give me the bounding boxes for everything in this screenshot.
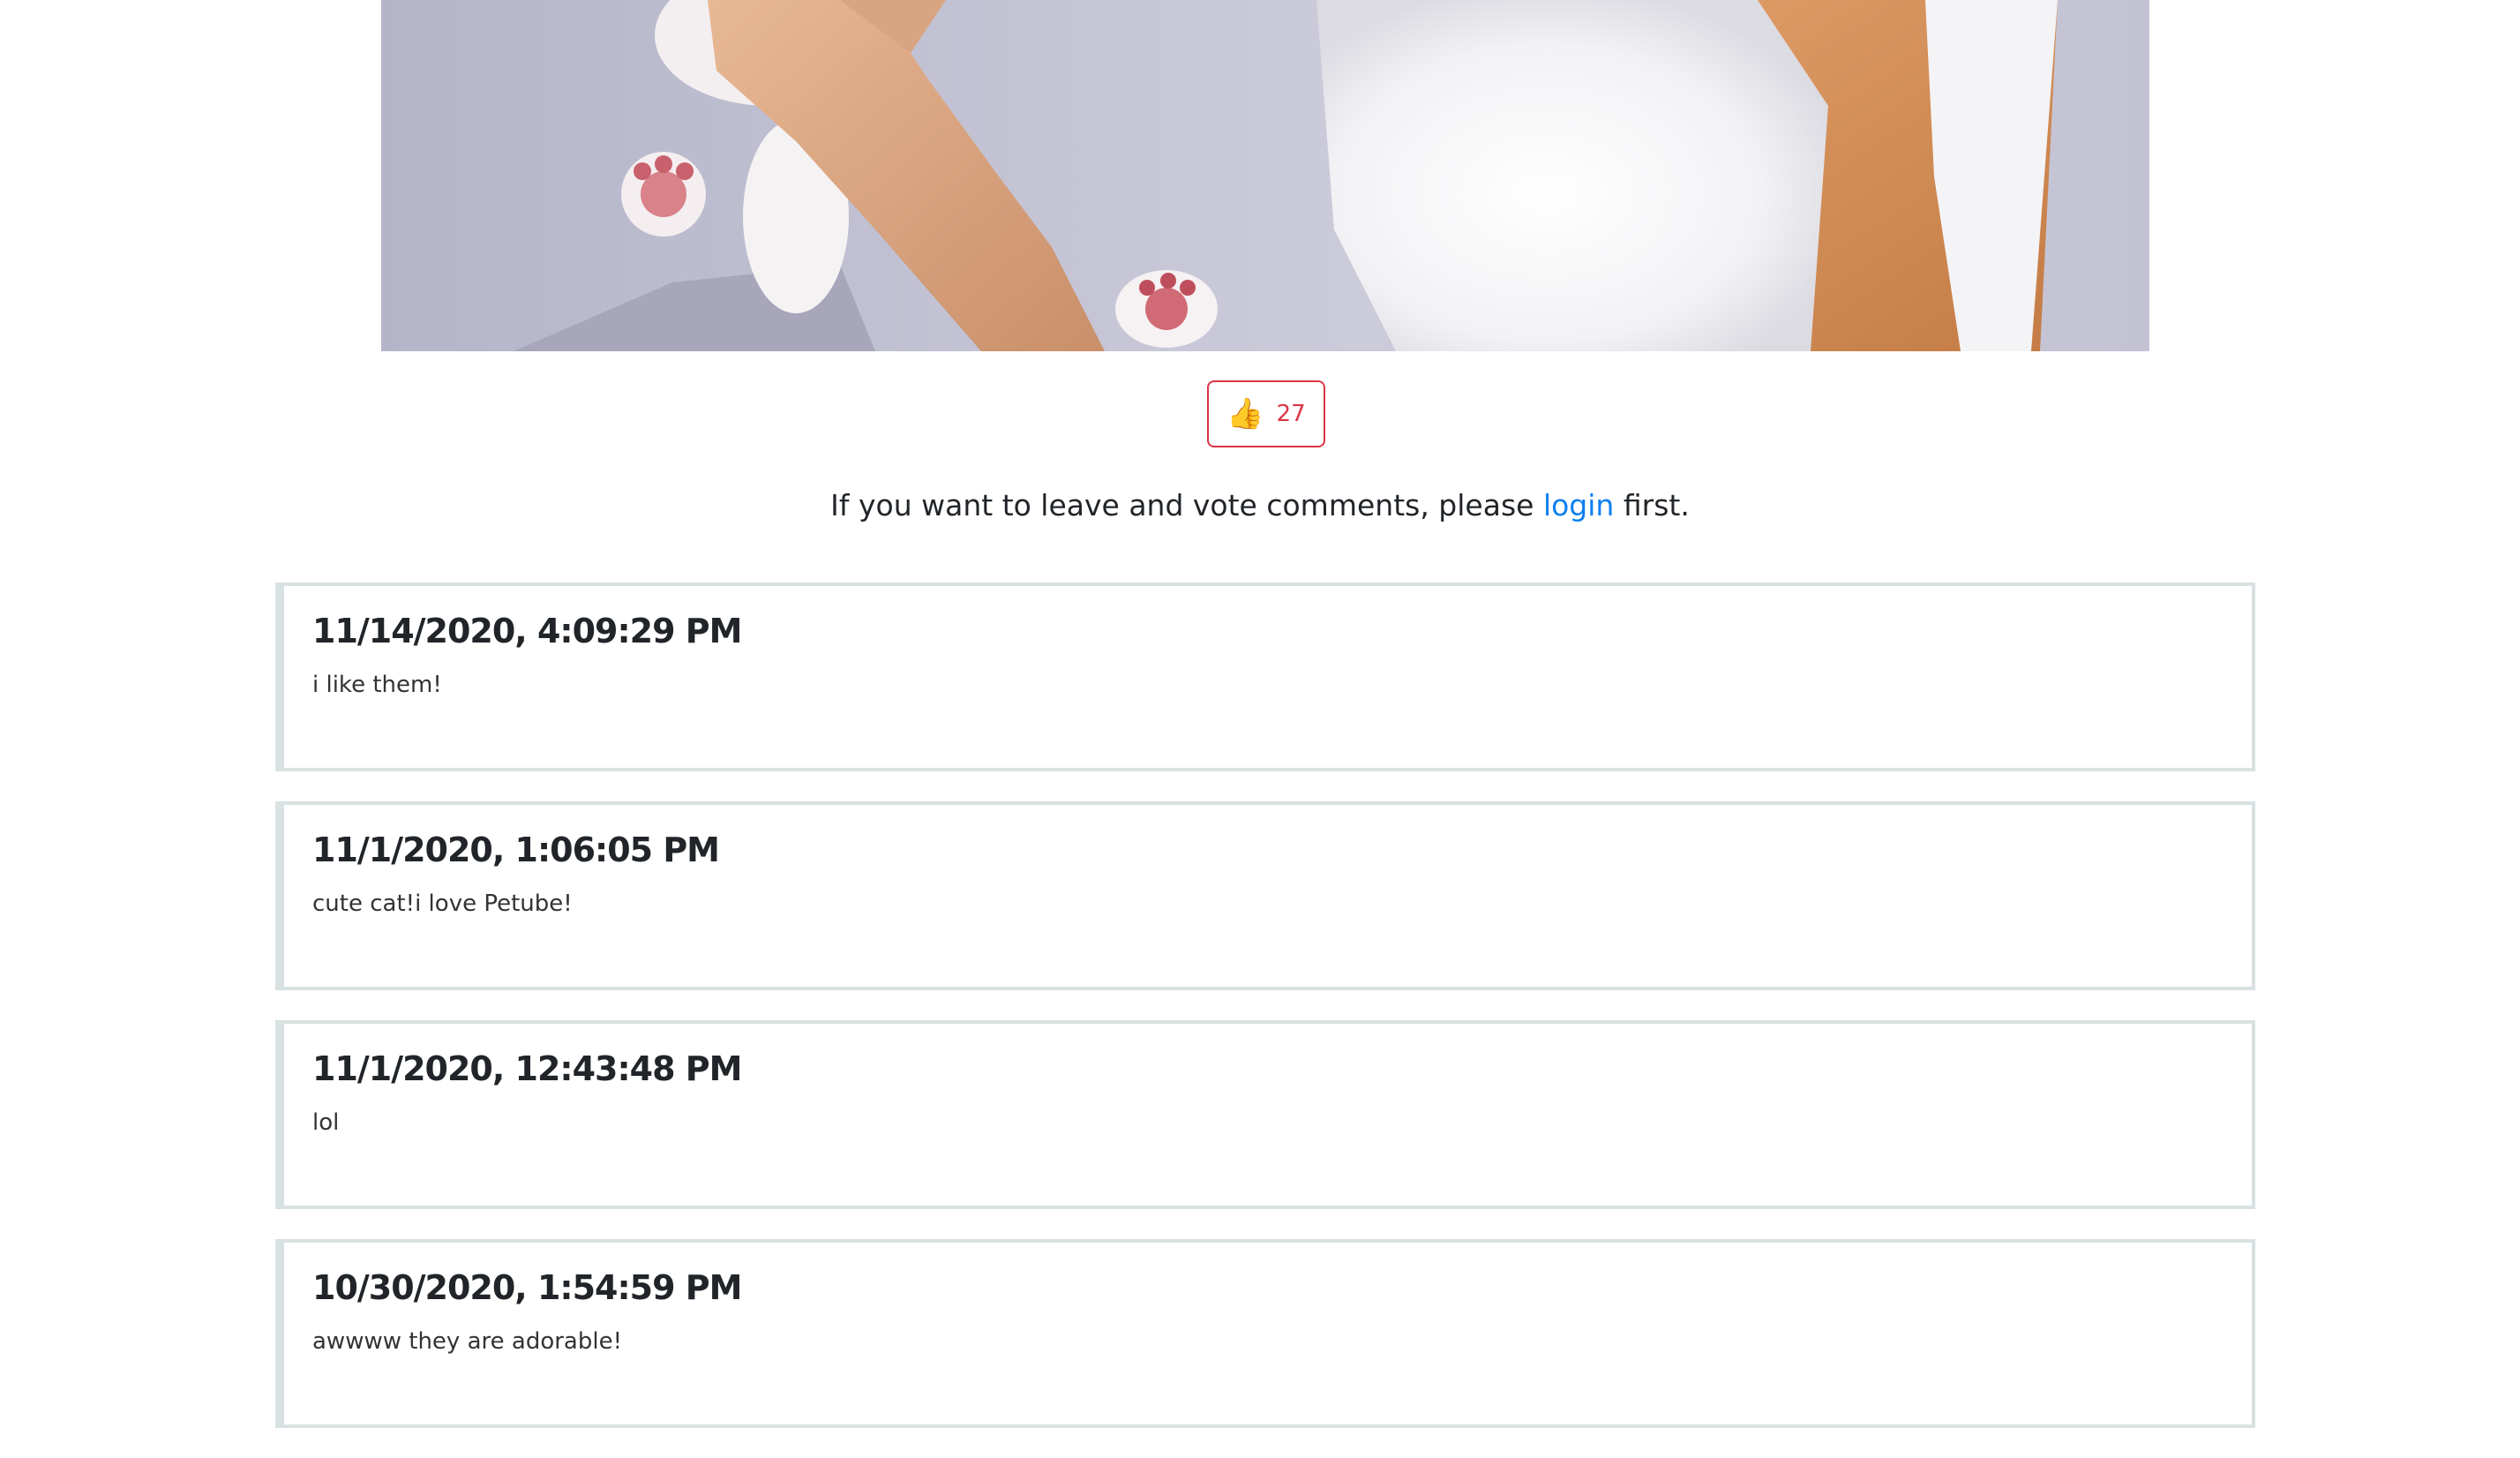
- login-notice: If you want to leave and vote comments, …: [0, 484, 2520, 528]
- comment-text: cute cat!i love Petube!: [312, 891, 573, 917]
- comment-date: 11/1/2020, 12:43:48 PM: [312, 1049, 742, 1088]
- comment-text: awwww they are adorable!: [312, 1328, 622, 1355]
- comment-list: 11/14/2020, 4:09:29 PM i like them! 11/1…: [275, 582, 2255, 1458]
- login-notice-prefix: If you want to leave and vote comments, …: [830, 488, 1534, 522]
- like-button[interactable]: 👍 27: [1207, 380, 1325, 447]
- comment-card: 11/1/2020, 1:06:05 PM cute cat!i love Pe…: [275, 801, 2255, 990]
- login-link[interactable]: login: [1543, 488, 1614, 522]
- login-notice-suffix: first.: [1623, 488, 1690, 522]
- comment-card: 10/30/2020, 1:54:59 PM awwww they are ad…: [275, 1239, 2255, 1428]
- like-count: 27: [1276, 401, 1306, 427]
- comment-card: 11/1/2020, 12:43:48 PM lol: [275, 1020, 2255, 1209]
- thumbs-up-icon: 👍: [1226, 396, 1264, 432]
- comment-card: 11/14/2020, 4:09:29 PM i like them!: [275, 582, 2255, 771]
- post-image: [381, 0, 2149, 351]
- comment-text: lol: [312, 1109, 340, 1136]
- comment-date: 11/14/2020, 4:09:29 PM: [312, 612, 742, 650]
- comment-date: 11/1/2020, 1:06:05 PM: [312, 830, 720, 869]
- comment-date: 10/30/2020, 1:54:59 PM: [312, 1268, 742, 1307]
- comment-text: i like them!: [312, 672, 442, 698]
